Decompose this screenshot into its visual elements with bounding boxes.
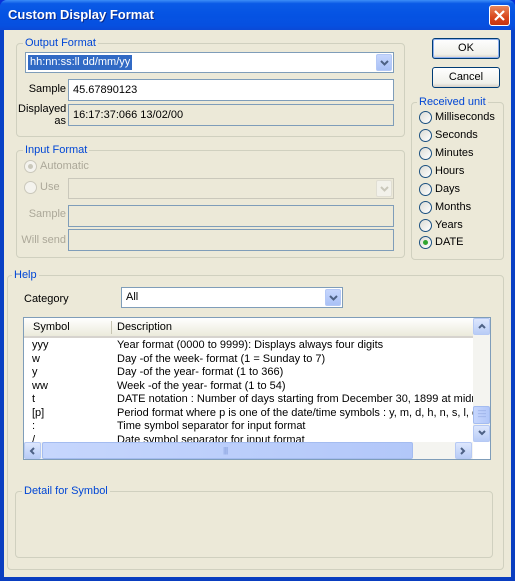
help-legend: Help [12,268,39,282]
column-header-description[interactable]: Description [117,321,172,333]
will-send-label: Will send [21,234,66,246]
list-item[interactable]: y Day -of the year- format (1 to 366) [24,366,473,379]
description-cell: Week -of the year- format (1 to 54) [117,379,286,392]
dialog-client-area: Output Format hh:nn:ss:ll dd/mm/yy Sampl… [4,30,511,577]
displayed-as-value: 16:17:37:066 13/02/00 [68,104,394,126]
dialog-window: Custom Display Format Output Format hh:n… [0,0,515,581]
close-icon [494,10,505,21]
displayed-as-label-2: as [54,115,66,127]
description-cell: Year format (0000 to 9999): Displays alw… [117,339,384,351]
list-item[interactable]: yyy Year format (0000 to 9999): Displays … [24,339,473,352]
scroll-right-button[interactable] [455,442,472,459]
window-title: Custom Display Format [8,7,154,22]
radio-circle [419,183,432,196]
detail-for-symbol-legend: Detail for Symbol [22,484,110,498]
radio-label: Months [435,201,472,213]
list-item[interactable]: w Day -of the week- format (1 = Sunday to… [24,353,473,366]
symbol-cell: [p] [32,406,45,419]
horizontal-scrollbar[interactable]: |||| [24,442,473,459]
radio-circle [419,165,432,178]
scroll-left-button[interactable] [24,442,41,459]
radio-label: Milliseconds [435,111,495,123]
horizontal-scroll-thumb[interactable]: |||| [42,442,413,459]
cancel-button[interactable]: Cancel [432,67,500,88]
chevron-down-icon [329,295,338,301]
radio-label: Seconds [435,129,478,141]
will-send-field[interactable] [68,229,394,251]
radio-circle-selected [419,236,432,249]
description-cell: Day -of the week- format (1 = Sunday to … [117,352,326,365]
radio-label: Automatic [40,160,89,172]
output-format-legend: Output Format [23,36,98,50]
symbol-cell: yyy [32,339,49,351]
symbol-cell: ww [32,379,48,392]
radio-label: Hours [435,165,465,177]
chevron-down-icon [380,186,389,192]
list-item[interactable]: t DATE notation : Number of days starting… [24,393,480,406]
category-dropdown-button[interactable] [325,289,341,306]
close-button[interactable] [489,5,510,26]
output-sample-input[interactable]: 45.67890123 [68,79,394,101]
chevron-up-icon [478,323,486,329]
radio-label: Minutes [435,147,474,159]
output-format-value: hh:nn:ss:ll dd/mm/yy [28,55,133,70]
input-format-dropdown-button[interactable] [376,180,392,197]
chevron-left-icon [29,447,35,455]
list-item[interactable]: [p] Period format where p is one of the d… [24,406,478,420]
symbol-cell: : [32,420,36,432]
output-format-combo[interactable]: hh:nn:ss:ll dd/mm/yy [25,52,394,73]
description-cell: DATE notation : Number of days starting … [117,393,480,405]
input-format-legend: Input Format [23,143,90,157]
output-format-dropdown-button[interactable] [376,54,392,71]
description-cell: Period format where p is one of the date… [117,406,478,419]
input-format-use-combo[interactable] [68,178,394,199]
chevron-down-icon [380,60,389,66]
grip-icon: ― ― ― [478,406,486,421]
symbol-cell: w [32,352,40,365]
radio-circle [419,129,432,142]
radio-label: Years [435,219,463,231]
output-sample-label: Sample [28,83,66,95]
grip-icon: |||| [223,446,228,455]
list-header: Symbol Description [24,318,473,338]
radio-label: DATE [435,236,464,248]
column-separator[interactable] [111,321,112,334]
radio-circle [419,111,432,124]
received-unit-legend: Received unit [417,95,488,109]
list-item[interactable]: ww Week -of the year- format (1 to 54) [24,380,473,393]
radio-label: Days [435,183,461,195]
detail-for-symbol-group: Detail for Symbol [15,484,493,558]
radio-circle [419,201,432,214]
description-cell: Time symbol separator for input format [117,420,306,432]
column-header-symbol[interactable]: Symbol [33,321,70,333]
scroll-down-button[interactable] [473,425,490,442]
symbol-cell: t [32,393,36,405]
symbol-list[interactable]: Symbol Description yyy Year format (0000 … [23,317,491,460]
chevron-down-icon [478,430,486,436]
vertical-scroll-thumb[interactable]: ― ― ― [473,406,490,424]
radio-circle [419,147,432,160]
radio-circle [24,181,37,194]
symbol-cell: y [32,366,38,378]
ok-button[interactable]: OK [432,38,500,59]
radio-label: Use [40,181,60,193]
chevron-right-icon [460,447,466,455]
list-item[interactable]: : Time symbol separator for input format [24,420,473,433]
radio-circle-selected [24,160,37,173]
input-sample-field[interactable] [68,205,394,227]
vertical-scrollbar[interactable]: ― ― ― [473,318,490,442]
scroll-up-button[interactable] [473,318,490,335]
radio-circle [419,219,432,232]
title-bar[interactable]: Custom Display Format [0,0,515,30]
category-value: All [126,291,139,303]
input-sample-label: Sample [28,208,66,220]
category-combo[interactable]: All [121,287,343,308]
description-cell: Day -of the year- format (1 to 366) [117,366,284,378]
category-label: Category [24,293,69,305]
